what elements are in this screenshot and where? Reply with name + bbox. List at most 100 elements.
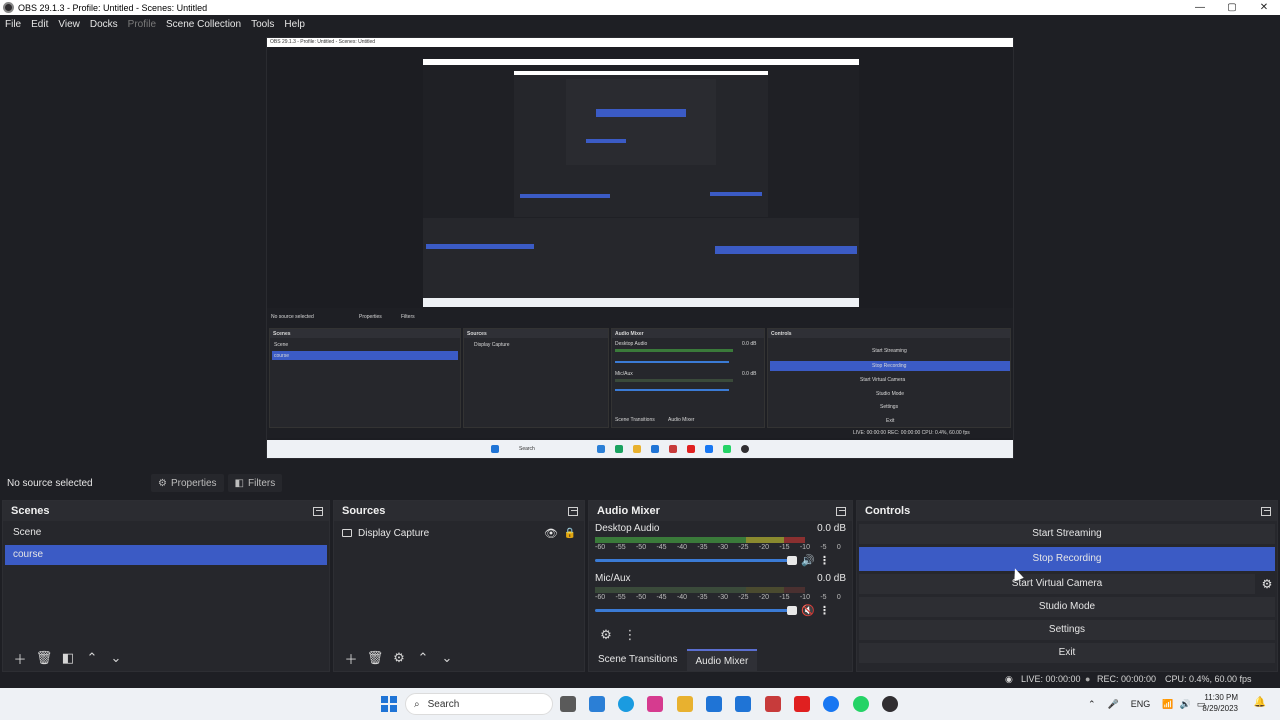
scene-item-scene[interactable]: Scene xyxy=(5,523,327,543)
more-options-icon[interactable]: ⋮ xyxy=(819,554,830,567)
preview-nested-title: OBS 29.1.3 - Profile: Untitled - Scenes:… xyxy=(270,39,376,45)
store-icon[interactable] xyxy=(647,696,663,712)
file-explorer-icon[interactable] xyxy=(677,696,693,712)
tray-chevron-icon[interactable]: ⌃ xyxy=(1088,699,1096,710)
source-toolbar: No source selected ⚙ Properties ◧ Filter… xyxy=(0,472,1280,494)
source-label: Display Capture xyxy=(358,527,430,539)
menu-scene-collection[interactable]: Scene Collection xyxy=(166,19,241,30)
menu-help[interactable]: Help xyxy=(284,19,305,30)
volume-slider-handle[interactable] xyxy=(787,605,797,615)
facebook-icon[interactable] xyxy=(823,696,839,712)
preview-recursion-level-2 xyxy=(514,71,768,217)
move-source-down-button[interactable]: ⌄ xyxy=(436,648,458,668)
taskbar-search-box[interactable]: ⌕ Search xyxy=(405,693,553,715)
minimize-button[interactable]: — xyxy=(1184,0,1216,15)
menu-bar: File Edit View Docks Profile Scene Colle… xyxy=(0,15,1280,33)
task-view-icon[interactable] xyxy=(560,696,576,712)
volume-slider[interactable] xyxy=(595,605,797,615)
mixer-menu-button[interactable]: ⋮ xyxy=(619,625,641,645)
rec-timer: REC: 00:00:00 xyxy=(1097,674,1157,684)
maximize-button[interactable]: ▢ xyxy=(1216,0,1248,15)
preview-canvas[interactable]: OBS 29.1.3 - Profile: Untitled - Scenes:… xyxy=(266,37,1014,459)
undock-icon[interactable] xyxy=(568,506,578,516)
close-button[interactable]: ✕ xyxy=(1248,0,1280,15)
obs-app-icon xyxy=(3,2,14,13)
microphone-icon[interactable]: 🎤 xyxy=(1108,699,1119,710)
system-tray: ⌃ 🎤 ENG 📶 🔊 ▭ xyxy=(1088,688,1205,720)
scene-item-course[interactable]: course xyxy=(5,545,327,565)
stop-recording-button[interactable]: Stop Recording xyxy=(859,547,1275,571)
move-source-up-button[interactable]: ⌃ xyxy=(412,648,434,668)
taskbar-clock[interactable]: 11:30 PM 8/29/2023 xyxy=(1202,692,1238,714)
calculator-icon[interactable] xyxy=(706,696,722,712)
preview-nested-menu xyxy=(267,47,1013,57)
menu-profile[interactable]: Profile xyxy=(128,19,156,30)
volume-meter xyxy=(595,537,805,543)
vscode-icon[interactable] xyxy=(589,696,605,712)
studio-mode-button[interactable]: Studio Mode xyxy=(859,597,1275,617)
preview-area[interactable]: OBS 29.1.3 - Profile: Untitled - Scenes:… xyxy=(0,33,1280,469)
menu-file[interactable]: File xyxy=(5,19,21,30)
menu-edit[interactable]: Edit xyxy=(31,19,48,30)
source-item-display-capture[interactable]: Display Capture 👁 🔒 xyxy=(334,523,584,543)
monitor-icon xyxy=(342,529,352,537)
language-indicator[interactable]: ENG xyxy=(1131,699,1151,709)
advanced-audio-settings-button[interactable]: ⚙ xyxy=(595,625,617,645)
menu-view[interactable]: View xyxy=(58,19,80,30)
tab-scene-transitions[interactable]: Scene Transitions xyxy=(589,649,687,671)
add-source-button[interactable]: ＋ xyxy=(340,648,362,668)
gear-icon: ⚙ xyxy=(158,477,167,489)
scenes-title: Scenes xyxy=(11,505,50,517)
source-properties-button[interactable]: ⚙ xyxy=(388,648,410,668)
volume-slider-handle[interactable] xyxy=(787,555,797,565)
channel-name: Mic/Aux xyxy=(595,573,631,584)
filter-icon: ◧ xyxy=(234,477,244,489)
status-bar: ◉ LIVE: 00:00:00 ● REC: 00:00:00 CPU: 0.… xyxy=(0,672,1280,688)
speaker-icon[interactable]: 🔊 xyxy=(801,554,815,567)
mixer-channel-desktop-audio: Desktop Audio 0.0 dB -60 -55 -50 -45 -40 -35-… xyxy=(589,521,852,571)
virtual-camera-settings-icon[interactable]: ⚙ xyxy=(1257,577,1277,591)
sources-dock: Sources Display Capture 👁 🔒 ＋ 🗑 ⚙ ⌃ ⌄ xyxy=(333,500,585,672)
remove-source-button[interactable]: 🗑 xyxy=(364,648,386,668)
meter-scale: -60 -55 -50 -45 -40 -35 -30 -25 -20 -15 -10 -5 0 xyxy=(595,594,841,601)
wifi-icon[interactable]: 📶 xyxy=(1162,699,1173,710)
antivirus-icon[interactable] xyxy=(765,696,781,712)
more-options-icon[interactable]: ⋮ xyxy=(819,604,830,617)
scene-filters-button[interactable]: ◧ xyxy=(57,648,79,668)
menu-docks[interactable]: Docks xyxy=(90,19,118,30)
channel-db: 0.0 dB xyxy=(817,573,846,584)
notification-icon[interactable]: 🔔 xyxy=(1254,697,1266,708)
live-timer: LIVE: 00:00:00 xyxy=(1021,674,1081,684)
windows-start-icon[interactable] xyxy=(381,696,397,712)
filters-button[interactable]: ◧ Filters xyxy=(227,474,283,492)
start-streaming-button[interactable]: Start Streaming xyxy=(859,524,1275,544)
edge-icon[interactable] xyxy=(618,696,634,712)
eye-icon[interactable]: 👁 xyxy=(544,527,558,540)
lock-icon[interactable]: 🔒 xyxy=(564,528,576,539)
undock-icon[interactable] xyxy=(313,506,323,516)
move-scene-up-button[interactable]: ⌃ xyxy=(81,648,103,668)
undock-icon[interactable] xyxy=(836,506,846,516)
settings-button[interactable]: Settings xyxy=(859,620,1275,640)
start-virtual-camera-button[interactable]: Start Virtual Camera xyxy=(859,574,1255,594)
volume-icon[interactable]: 🔊 xyxy=(1180,699,1191,710)
scenes-dock: Scenes Scene course ＋ 🗑 ◧ ⌃ ⌄ xyxy=(2,500,330,672)
remove-scene-button[interactable]: 🗑 xyxy=(33,648,55,668)
whatsapp-icon[interactable] xyxy=(853,696,869,712)
tab-audio-mixer[interactable]: Audio Mixer xyxy=(686,649,758,671)
menu-tools[interactable]: Tools xyxy=(251,19,274,30)
undock-icon[interactable] xyxy=(1261,506,1271,516)
app-l-icon[interactable] xyxy=(735,696,751,712)
properties-button[interactable]: ⚙ Properties xyxy=(151,474,224,492)
sources-title: Sources xyxy=(342,505,386,517)
add-scene-button[interactable]: ＋ xyxy=(9,648,31,668)
move-scene-down-button[interactable]: ⌄ xyxy=(105,648,127,668)
youtube-icon[interactable] xyxy=(794,696,810,712)
windows-taskbar: ⌕ Search ⌃ 🎤 ENG 📶 🔊 ▭ 11:30 PM 8/29/202… xyxy=(0,688,1280,720)
volume-slider[interactable] xyxy=(595,555,797,565)
no-source-label: No source selected xyxy=(7,477,93,489)
controls-title: Controls xyxy=(865,505,911,517)
obs-taskbar-icon[interactable] xyxy=(882,696,898,712)
muted-speaker-icon[interactable]: 🔇 xyxy=(801,604,815,617)
exit-button[interactable]: Exit xyxy=(859,643,1275,663)
